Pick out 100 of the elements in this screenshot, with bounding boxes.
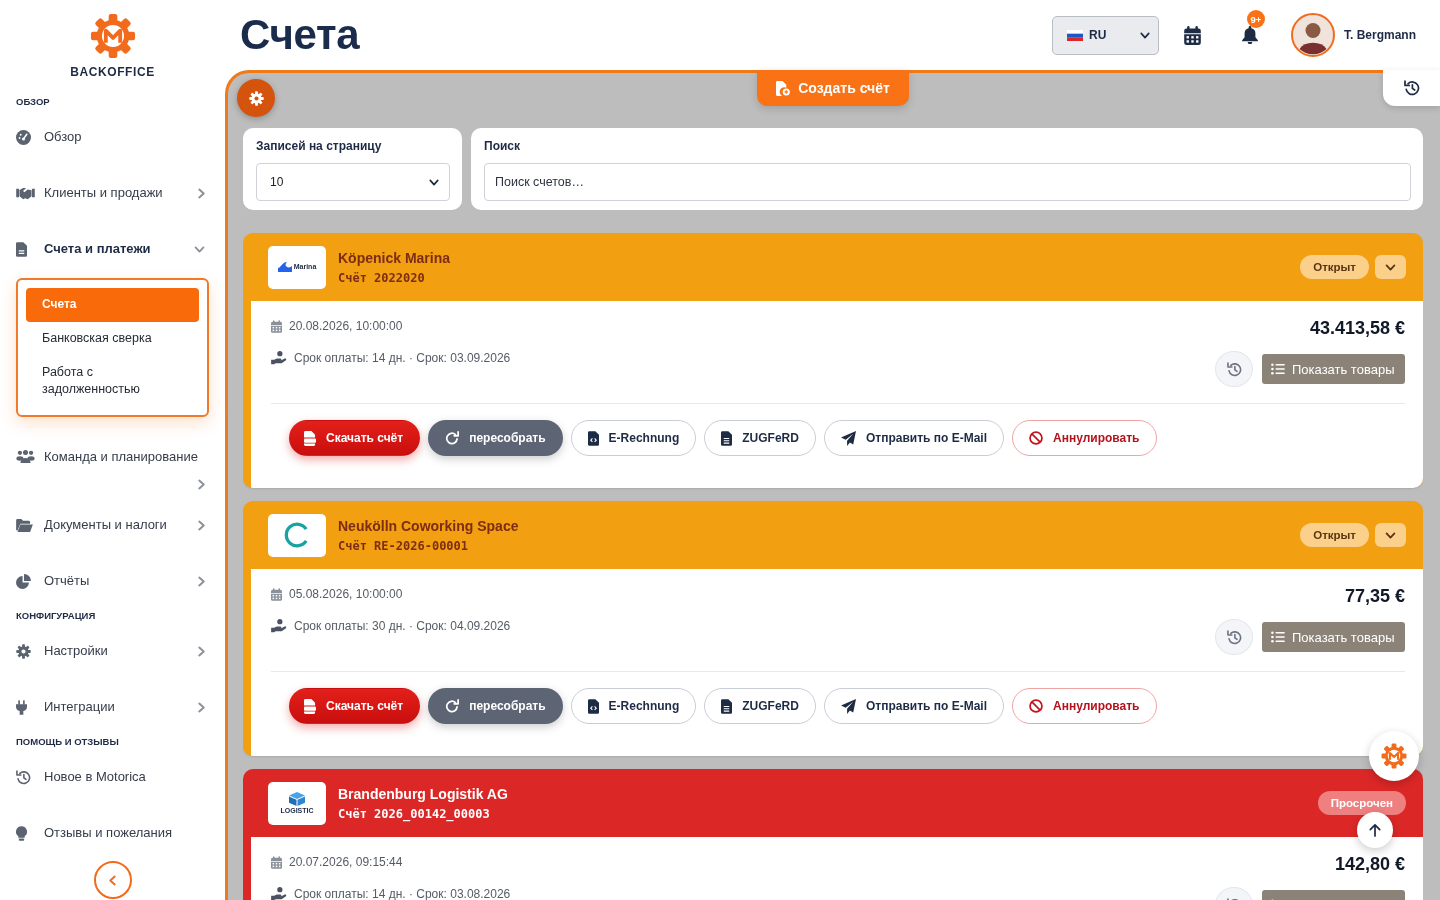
invoice-number: Счёт 2022020	[338, 269, 426, 286]
send-email-button[interactable]: Отправить по E-Mail	[823, 420, 1004, 456]
ban-icon	[1029, 699, 1043, 713]
history-icon	[1226, 629, 1242, 645]
wave-logo-icon	[277, 262, 292, 272]
status-badge: Открыт	[1300, 255, 1369, 279]
section-title: КОНФИГУРАЦИЯ	[16, 609, 97, 623]
settings-button[interactable]	[237, 79, 275, 117]
show-items-button[interactable]: Показать товары	[1262, 622, 1405, 652]
sidebar-item[interactable]: Клиенты и продажи	[16, 165, 209, 221]
flag-icon	[1067, 29, 1083, 41]
sidebar-item[interactable]: Счета и платежи	[16, 221, 209, 277]
redo-icon	[445, 699, 460, 713]
e-invoice-button[interactable]: E-Rechnung	[570, 688, 697, 724]
gear-logo-icon	[1381, 743, 1407, 769]
gear-icon	[16, 643, 31, 659]
sidebar-item[interactable]: Отчёты	[16, 553, 209, 609]
notification-badge: 9+	[1247, 10, 1265, 28]
sidebar-item[interactable]: Новое в Motorica	[16, 749, 209, 805]
calendar-icon[interactable]	[1184, 25, 1201, 45]
history-icon	[1403, 80, 1420, 96]
zugferd-button[interactable]: ZUGFeRD	[704, 420, 816, 456]
download-button[interactable]: Скачать счёт	[289, 420, 421, 456]
page-title: Счета	[240, 11, 360, 59]
gauge-icon	[16, 129, 31, 145]
field-label: Поиск	[484, 139, 521, 153]
lightbulb-icon	[16, 825, 27, 841]
sidebar-item[interactable]: Обзор	[16, 109, 209, 165]
arrow-up-icon	[1369, 823, 1381, 837]
handshake-icon	[16, 186, 35, 200]
plug-icon	[16, 699, 27, 715]
hand-coin-icon	[271, 619, 287, 633]
invoice-amount: 142,80 €	[1334, 853, 1405, 875]
collapse-button[interactable]	[93, 861, 132, 899]
submenu-item[interactable]: Банковская сверка	[26, 322, 199, 356]
send-email-button[interactable]: Отправить по E-Mail	[823, 688, 1004, 724]
payment-terms: Срок оплаты: 14 дн. · Срок: 03.09.2026	[294, 350, 511, 367]
search-field[interactable]: Поиск счетов…	[484, 163, 1411, 201]
invoice-date: 05.08.2026, 10:00:00	[289, 586, 403, 603]
invoice-number: Счёт RE-2026-00001	[338, 537, 470, 554]
bell-icon[interactable]	[1242, 26, 1258, 44]
file-icon	[721, 698, 733, 714]
pie-chart-icon	[16, 573, 31, 589]
cube-logo-icon	[289, 791, 305, 806]
field-label: Записей на страницу	[256, 139, 383, 153]
caret-icon	[429, 178, 439, 186]
status-badge: Открыт	[1300, 523, 1369, 547]
document-icon	[16, 241, 27, 257]
hand-coin-icon	[271, 351, 287, 365]
cancel-button[interactable]: Аннулировать	[1012, 688, 1157, 724]
invoice-amount: 77,35 €	[1344, 585, 1405, 607]
e-invoice-button[interactable]: E-Rechnung	[570, 420, 697, 456]
sidebar-item[interactable]: Документы и налоги	[16, 497, 209, 553]
company-name: Brandenburg Logistik AG	[338, 784, 508, 803]
language-select[interactable]: RU	[1052, 15, 1159, 55]
show-items-button[interactable]: Показать товары	[1262, 354, 1405, 384]
chevron-down-icon	[1385, 263, 1396, 271]
download-button[interactable]: Скачать счёт	[289, 688, 421, 724]
invoice-date: 20.08.2026, 10:00:00	[289, 318, 403, 335]
hand-coin-icon	[271, 887, 287, 900]
status-badge: Просрочен	[1317, 791, 1406, 815]
history-icon	[16, 769, 31, 785]
payment-terms: Срок оплаты: 30 дн. · Срок: 04.09.2026	[294, 618, 511, 635]
ring-logo-icon	[284, 522, 310, 548]
sidebar-item[interactable]: Команда и планирование	[16, 441, 209, 497]
rebuild-button[interactable]: пересобрать	[428, 688, 563, 724]
expand-button[interactable]	[1375, 523, 1406, 547]
redo-icon	[445, 431, 460, 445]
file-icon	[721, 430, 733, 446]
company-name: Köpenick Marina	[338, 248, 451, 267]
list-icon	[1271, 363, 1285, 375]
invoice-number: Счёт 2026_00142_00003	[338, 805, 491, 822]
paper-plane-icon	[840, 698, 856, 714]
avatar-icon[interactable]	[1291, 13, 1335, 57]
invoice-amount: 43.413,58 €	[1309, 317, 1405, 339]
pdf-file-icon	[304, 430, 316, 446]
pdf-file-icon	[304, 698, 316, 714]
calendar-icon	[271, 587, 282, 601]
history-icon	[1226, 361, 1242, 377]
ban-icon	[1029, 431, 1043, 445]
cancel-button[interactable]: Аннулировать	[1012, 420, 1157, 456]
expand-button[interactable]	[1375, 255, 1406, 279]
chevron-left-icon	[109, 874, 116, 886]
section-title: ПОМОЩЬ И ОТЗЫВЫ	[16, 735, 120, 749]
rebuild-button[interactable]: пересобрать	[428, 420, 563, 456]
history-button[interactable]	[1383, 70, 1440, 106]
user-name[interactable]: T. Bergmann	[1344, 28, 1416, 42]
section-title: ОБЗОР	[16, 95, 51, 109]
company-name: Neukölln Coworking Space	[338, 516, 519, 535]
sidebar-item[interactable]: Отзывы и пожелания	[16, 805, 209, 861]
sidebar-item[interactable]: Интеграции	[16, 679, 209, 735]
calendar-icon	[271, 319, 282, 333]
chevron-down-icon	[1385, 531, 1396, 539]
code-file-icon	[587, 430, 599, 446]
invoice-date: 20.07.2026, 09:15:44	[289, 854, 403, 871]
zugferd-button[interactable]: ZUGFeRD	[704, 688, 816, 724]
sidebar-item[interactable]: Настройки	[16, 623, 209, 679]
submenu-item[interactable]: Работа с задолженностью	[26, 356, 199, 407]
calendar-icon	[271, 855, 282, 869]
per-page-select[interactable]: 10	[256, 163, 450, 201]
